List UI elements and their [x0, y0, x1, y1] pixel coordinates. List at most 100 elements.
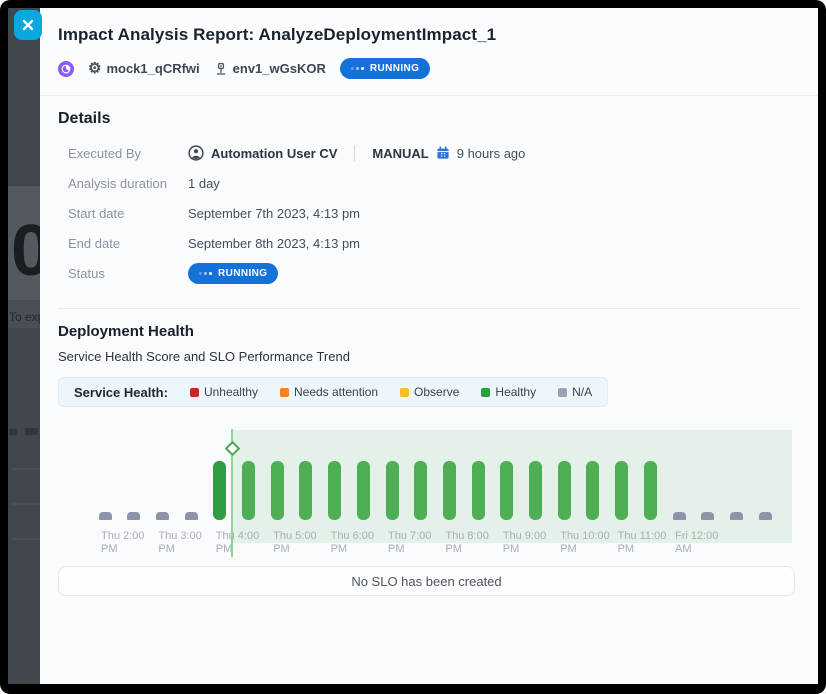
legend-swatch-icon	[558, 388, 567, 397]
service-health-legend: Service Health: UnhealthyNeeds attention…	[58, 377, 608, 407]
backdrop-bar-stub	[9, 429, 17, 435]
backdrop-bar-stub	[25, 428, 38, 435]
health-bar[interactable]	[558, 461, 571, 520]
legend-item-label: Observe	[414, 385, 459, 399]
legend-swatch-icon	[280, 388, 289, 397]
deployment-health-section: Deployment Health Service Health Score a…	[40, 323, 818, 596]
executed-time: 9 hours ago	[457, 146, 526, 161]
health-bar[interactable]	[185, 512, 198, 520]
health-bar[interactable]	[242, 461, 255, 520]
health-bar[interactable]	[701, 512, 714, 520]
status-badge: RUNNING	[340, 58, 430, 79]
x-axis-tick-label: Thu 3:00PM	[158, 530, 201, 556]
legend-swatch-icon	[400, 388, 409, 397]
detail-label: Executed By	[68, 146, 188, 161]
legend-item-label: Unhealthy	[204, 385, 258, 399]
drawer-header: Impact Analysis Report: AnalyzeDeploymen…	[40, 8, 818, 96]
backdrop-partial-number: 0	[11, 218, 40, 284]
slo-empty-message: No SLO has been created	[351, 574, 501, 589]
health-bar[interactable]	[328, 461, 341, 520]
legend-swatch-icon	[481, 388, 490, 397]
health-bar[interactable]	[357, 461, 370, 520]
health-bar[interactable]	[443, 461, 456, 520]
detail-row-executed-by: Executed By Automation User CV MANUAL 9 …	[58, 138, 798, 168]
detail-row-start-date: Start date September 7th 2023, 4:13 pm	[58, 198, 798, 228]
health-bar[interactable]	[644, 461, 657, 520]
dimmed-background: 0 To exp	[8, 8, 40, 684]
legend-item-label: Healthy	[495, 385, 536, 399]
close-button[interactable]	[14, 10, 42, 40]
health-bar[interactable]	[500, 461, 513, 520]
health-bar[interactable]	[586, 461, 599, 520]
detail-value: 1 day	[188, 176, 220, 191]
vertical-divider	[354, 145, 355, 161]
legend-item: Observe	[400, 385, 459, 399]
status-badge-label: RUNNING	[370, 63, 419, 74]
x-axis-tick-label: Thu 6:00PM	[331, 530, 374, 556]
close-icon	[22, 19, 34, 31]
legend-item: Unhealthy	[190, 385, 258, 399]
health-bar[interactable]	[414, 461, 427, 520]
health-bar[interactable]	[759, 512, 772, 520]
legend-items: Unhealthy Needs attention Observe Healthy N/…	[190, 385, 592, 399]
detail-label: Analysis duration	[68, 176, 188, 191]
section-divider	[58, 308, 800, 309]
page-title: Impact Analysis Report: AnalyzeDeploymen…	[58, 24, 798, 45]
health-bar[interactable]	[213, 461, 226, 520]
environment-chip: env1_wGsKOR	[214, 61, 326, 76]
health-bar[interactable]	[615, 461, 628, 520]
health-bar[interactable]	[472, 461, 485, 520]
health-bar[interactable]	[386, 461, 399, 520]
details-section: Details Executed By Automation User CV M…	[40, 110, 818, 288]
backdrop-partial-text: To exp	[9, 310, 40, 324]
x-axis-tick-label: Thu 9:00PM	[503, 530, 546, 556]
window-frame: 0 To exp Impact Analysis Report: Analyze…	[0, 0, 826, 694]
running-dots-icon	[351, 67, 364, 70]
user-icon	[188, 145, 204, 161]
legend-item: Needs attention	[280, 385, 378, 399]
x-axis-tick-label: Thu 5:00PM	[273, 530, 316, 556]
report-meta-row: ⚙ mock1_qCRfwi env1_wGsKOR RUNNING	[58, 58, 798, 79]
impact-analysis-drawer: Impact Analysis Report: AnalyzeDeploymen…	[40, 8, 818, 684]
x-axis-tick-label: Thu 7:00PM	[388, 530, 431, 556]
executed-by-user: Automation User CV	[211, 146, 337, 161]
details-heading: Details	[58, 110, 798, 128]
environment-icon	[214, 62, 228, 76]
gear-icon: ⚙	[88, 61, 101, 76]
backdrop-row-line	[12, 468, 40, 470]
health-bar[interactable]	[299, 461, 312, 520]
health-bar[interactable]	[271, 461, 284, 520]
running-dots-icon	[199, 272, 212, 275]
x-axis-tick-label: Thu 10:00PM	[560, 530, 610, 556]
health-bar[interactable]	[673, 512, 686, 520]
service-chip: ⚙ mock1_qCRfwi	[88, 61, 200, 76]
legend-item-label: N/A	[572, 385, 592, 399]
detail-label: Start date	[68, 206, 188, 221]
deployment-health-heading: Deployment Health	[58, 323, 798, 340]
detail-row-end-date: End date September 8th 2023, 4:13 pm	[58, 228, 798, 258]
detail-label: Status	[68, 266, 188, 281]
calendar-icon	[436, 146, 450, 160]
x-axis-tick-label: Thu 4:00PM	[216, 530, 259, 556]
legend-swatch-icon	[190, 388, 199, 397]
detail-row-duration: Analysis duration 1 day	[58, 168, 798, 198]
health-bar[interactable]	[127, 512, 140, 520]
status-badge-label: RUNNING	[218, 268, 267, 279]
health-bar[interactable]	[99, 512, 112, 520]
x-axis-tick-label: Thu 11:00PM	[618, 530, 667, 556]
chart-subtitle: Service Health Score and SLO Performance…	[58, 349, 798, 364]
legend-item-label: Needs attention	[294, 385, 378, 399]
x-axis-tick-label: Thu 8:00PM	[445, 530, 488, 556]
service-name: mock1_qCRfwi	[106, 61, 199, 76]
detail-value: September 8th 2023, 4:13 pm	[188, 236, 360, 251]
x-axis-tick-label: Thu 2:00PM	[101, 530, 144, 556]
health-bar[interactable]	[730, 512, 743, 520]
slo-empty-box: No SLO has been created	[58, 566, 795, 596]
report-avatar-icon	[58, 61, 74, 77]
x-axis-tick-label: Fri 12:00AM	[675, 530, 718, 556]
health-bar[interactable]	[529, 461, 542, 520]
health-bar[interactable]	[156, 512, 169, 520]
backdrop-row-line	[12, 538, 40, 540]
detail-row-status: Status RUNNING	[58, 258, 798, 288]
backdrop-row-line	[12, 503, 40, 505]
